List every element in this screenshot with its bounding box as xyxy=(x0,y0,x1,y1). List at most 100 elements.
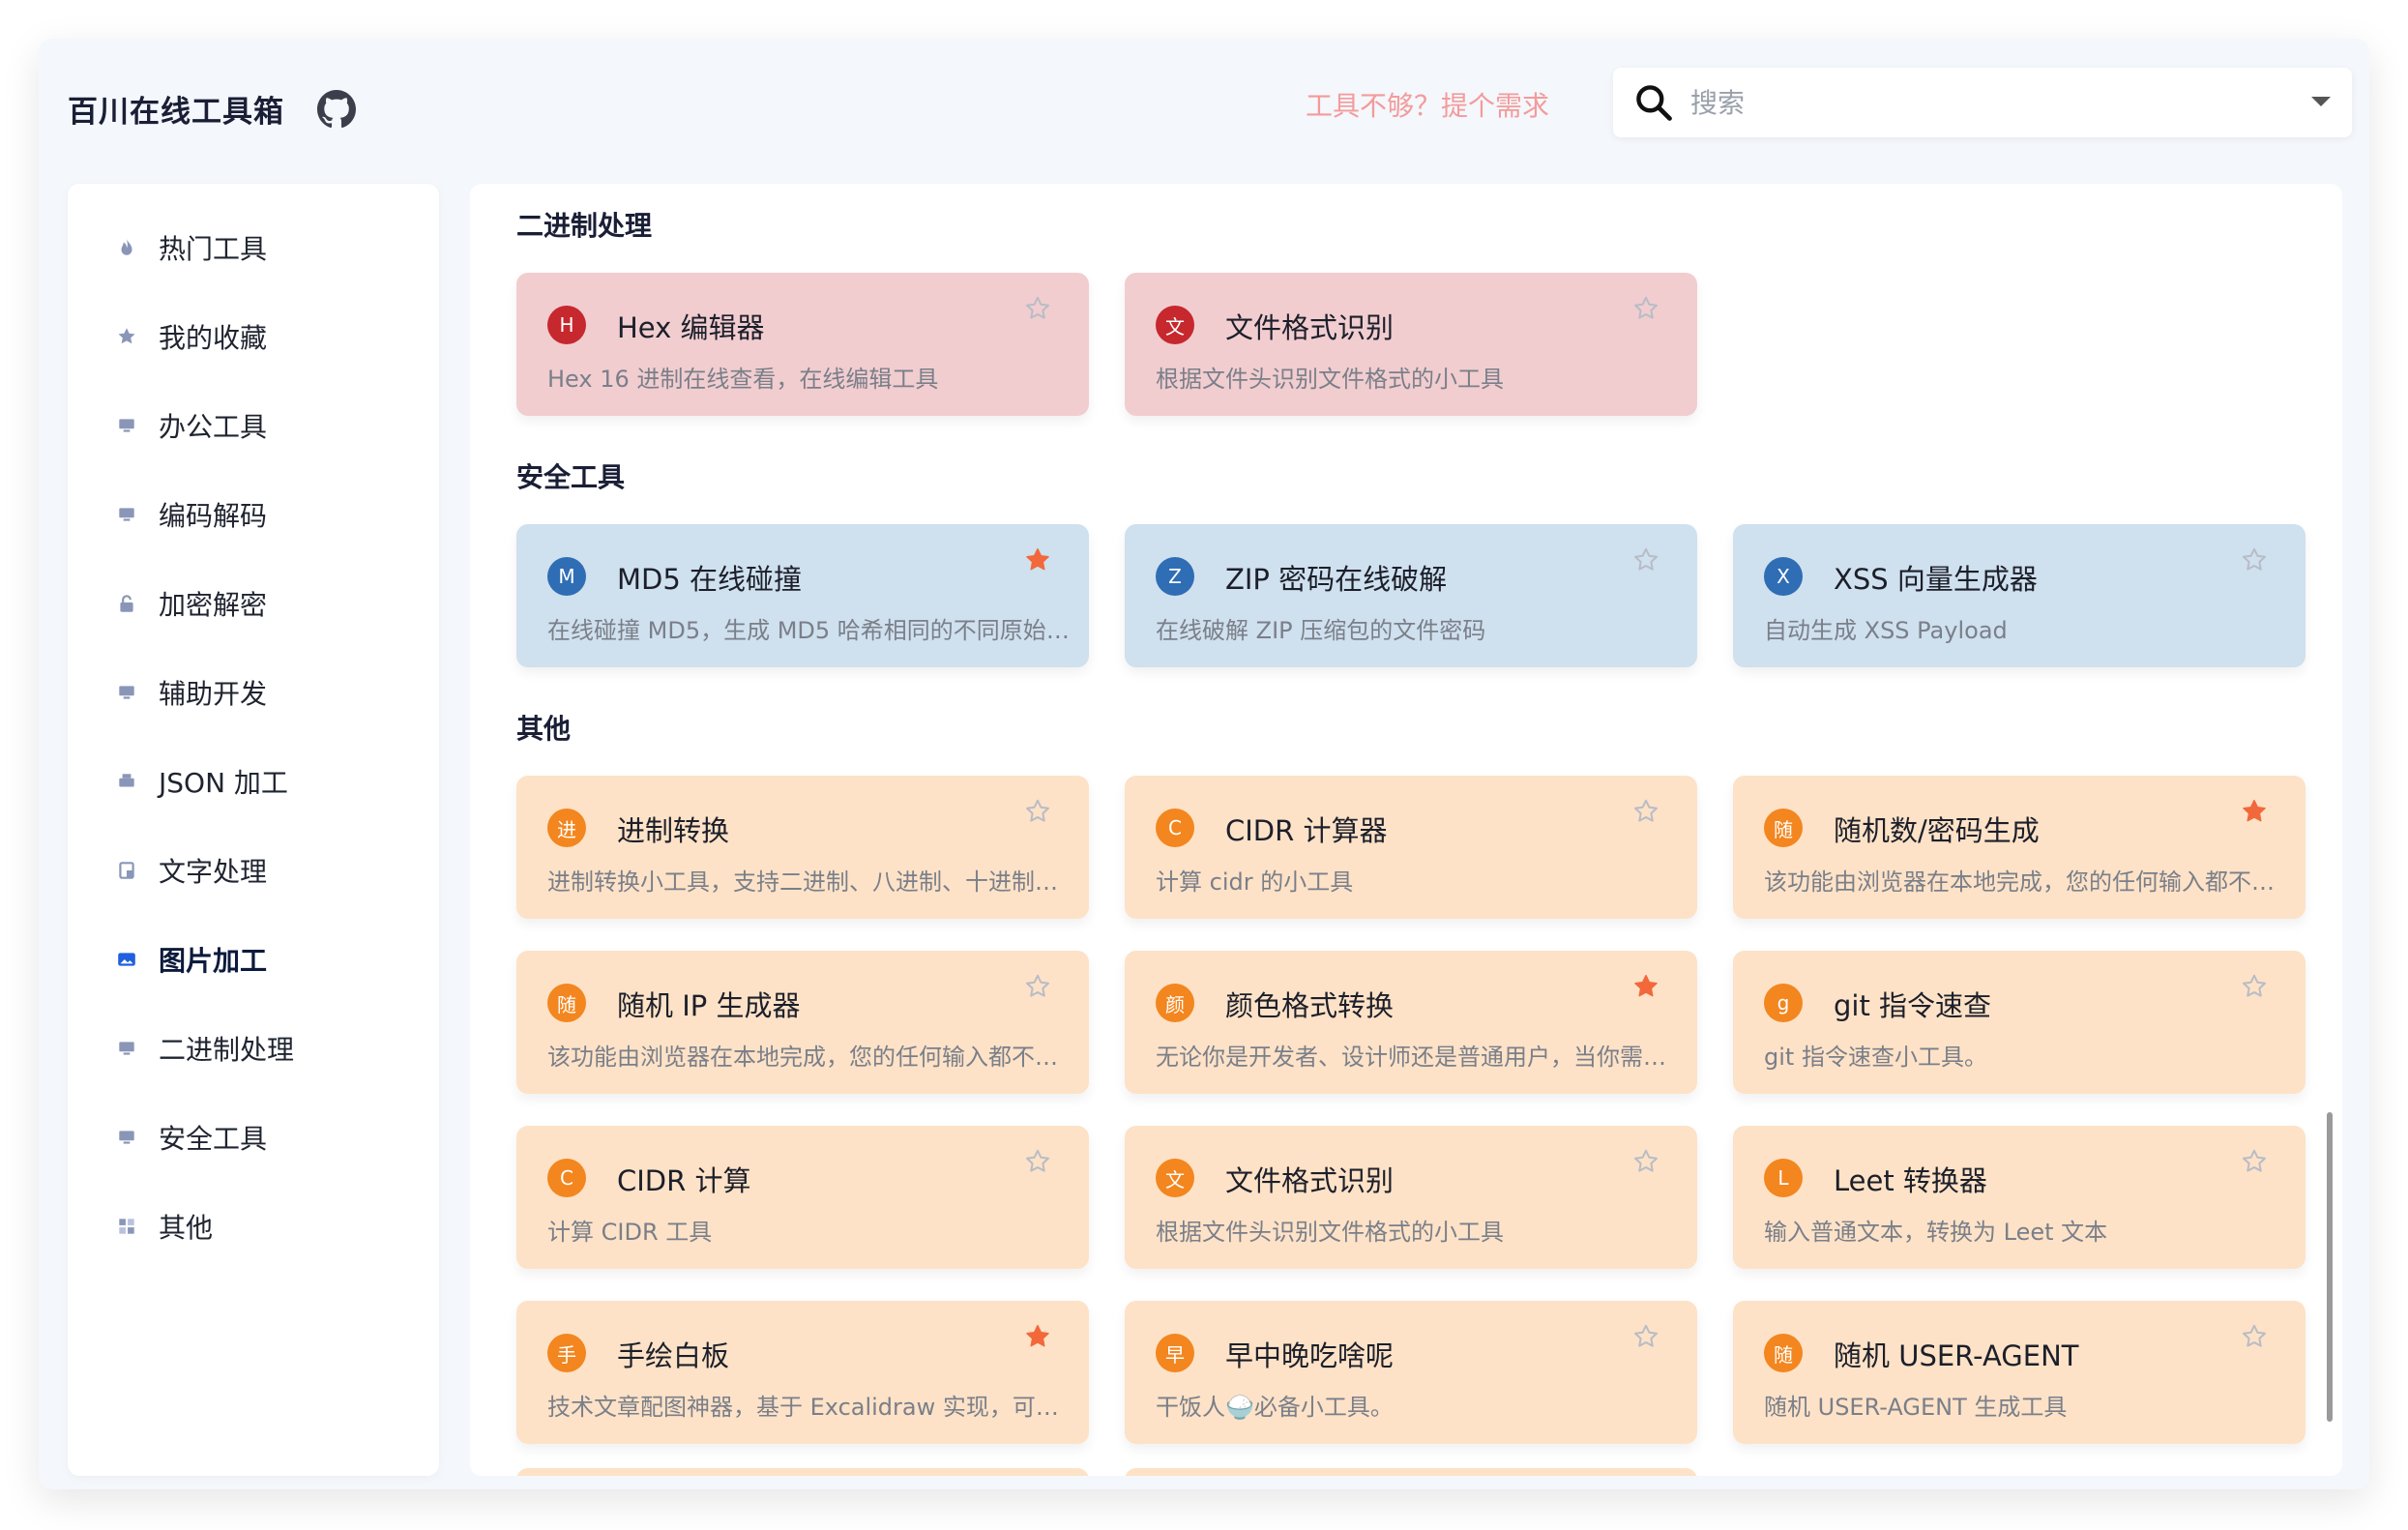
tool-card[interactable]: X XSS 向量生成器自动生成 XSS Payload xyxy=(1733,524,2305,667)
favorite-star-icon[interactable] xyxy=(1631,545,1660,574)
tool-card[interactable]: 文文件格式识别 根据文件头识别文件格式的小工具 xyxy=(1125,273,1697,416)
tool-badge: 随 xyxy=(1764,1334,1803,1372)
tool-description: 干饭人🍚必备小工具。 xyxy=(1156,1394,1394,1421)
tool-title: 早中晚吃啥呢 xyxy=(1225,1339,1395,1372)
tool-title: CIDR 计算 xyxy=(617,1164,751,1197)
favorite-star-icon[interactable] xyxy=(1023,797,1052,826)
sidebar-item-9[interactable]: 二进制处理 xyxy=(68,1004,439,1093)
favorite-star-icon[interactable] xyxy=(1631,1322,1660,1351)
tool-title: ZIP 密码在线破解 xyxy=(1225,563,1448,596)
favorite-star-icon[interactable] xyxy=(1023,294,1052,323)
tool-description: 根据文件头识别文件格式的小工具 xyxy=(1156,1219,1504,1246)
sidebar-item-6[interactable]: JSON 加工 xyxy=(68,737,439,826)
sidebar-item-0[interactable]: 热门工具 xyxy=(68,203,439,292)
sidebar-item-2[interactable]: 办公工具 xyxy=(68,381,439,470)
favorite-star-icon[interactable] xyxy=(1631,797,1660,826)
sidebar-item-4[interactable]: 加密解密 xyxy=(68,559,439,648)
tool-card[interactable]: H Hex 编辑器 Hex 16 进制在线查看，在线编辑工具 xyxy=(516,273,1089,416)
sidebar-item-5[interactable]: 辅助开发 xyxy=(68,648,439,737)
sidebar-item-label: 安全工具 xyxy=(159,1123,268,1155)
search-box[interactable] xyxy=(1613,68,2352,137)
favorite-star-icon[interactable] xyxy=(1023,1147,1052,1176)
star-icon xyxy=(116,326,137,347)
app-window: 百川在线工具箱 工具不够？提个需求 热门工具我的收藏办公工具编码解码加密解密辅助… xyxy=(39,39,2369,1489)
tool-card[interactable]: C CIDR 计算器 计算 cidr 的小工具 xyxy=(1125,776,1697,919)
tool-title: Leet 转换器 xyxy=(1834,1164,1987,1197)
sidebar: 热门工具 我的收藏办公工具编码解码 加密解密 辅助开发 JSON 加工 文字处理图片加工二… xyxy=(68,184,439,1476)
sidebar-item-7[interactable]: 文字处理 xyxy=(68,826,439,915)
sidebar-item-8[interactable]: 图片加工 xyxy=(68,915,439,1004)
monitor-icon xyxy=(116,415,137,436)
tool-description: 该功能由浏览器在本地完成，您的任何输入都不会上传 xyxy=(547,1044,1079,1071)
monitor-icon xyxy=(116,1127,137,1148)
favorite-star-filled-icon[interactable] xyxy=(1631,972,1660,1001)
tool-description: 自动生成 XSS Payload xyxy=(1764,617,2008,644)
tool-card-partial[interactable] xyxy=(516,1468,1089,1476)
tool-card[interactable]: 随随机 IP 生成器 该功能由浏览器在本地完成，您的任何输入都不会上传 xyxy=(516,951,1089,1094)
favorite-star-icon[interactable] xyxy=(2240,1147,2269,1176)
favorite-star-icon[interactable] xyxy=(1023,972,1052,1001)
sidebar-item-label: 办公工具 xyxy=(159,411,268,443)
tool-description: 在线破解 ZIP 压缩包的文件密码 xyxy=(1156,617,1486,644)
tool-badge: g xyxy=(1764,984,1803,1022)
search-input[interactable] xyxy=(1690,86,2271,119)
tool-card[interactable]: 颜颜色格式转换无论你是开发者、设计师还是普通用户，当你需要转换颜色格式时 xyxy=(1125,951,1697,1094)
header: 百川在线工具箱 工具不够？提个需求 xyxy=(39,39,2369,184)
tool-card[interactable]: Z ZIP 密码在线破解 在线破解 ZIP 压缩包的文件密码 xyxy=(1125,524,1697,667)
tool-badge: 手 xyxy=(547,1334,586,1372)
favorite-star-icon[interactable] xyxy=(2240,972,2269,1001)
section-title: 安全工具 xyxy=(516,461,626,493)
sidebar-item-11[interactable]: 其他 xyxy=(68,1182,439,1271)
tool-description: 在线碰撞 MD5，生成 MD5 哈希相同的不同原始数据 xyxy=(547,617,1079,644)
tool-description: 输入普通文本，转换为 Leet 文本 xyxy=(1764,1219,2108,1246)
tool-title: XSS 向量生成器 xyxy=(1834,563,2038,596)
monitor-icon xyxy=(116,1038,137,1059)
favorite-star-icon[interactable] xyxy=(1631,1147,1660,1176)
tool-badge: 进 xyxy=(547,809,586,847)
sidebar-item-3[interactable]: 编码解码 xyxy=(68,470,439,559)
favorite-star-icon[interactable] xyxy=(2240,1322,2269,1351)
tool-badge: 文 xyxy=(1156,306,1194,344)
sidebar-item-label: 图片加工 xyxy=(159,945,268,977)
app-title[interactable]: 百川在线工具箱 xyxy=(68,87,284,131)
sidebar-item-label: 二进制处理 xyxy=(159,1034,295,1066)
scrollbar-thumb[interactable] xyxy=(2327,1112,2333,1422)
tool-card[interactable]: 随随机 USER-AGENT 随机 USER-AGENT 生成工具 xyxy=(1733,1301,2305,1444)
tool-title: 手绘白板 xyxy=(617,1339,730,1372)
tool-card[interactable]: L Leet 转换器 输入普通文本，转换为 Leet 文本 xyxy=(1733,1126,2305,1269)
tool-card[interactable]: 早早中晚吃啥呢干饭人🍚必备小工具。 xyxy=(1125,1301,1697,1444)
tool-title: Hex 编辑器 xyxy=(617,311,765,344)
tool-description: 随机 USER-AGENT 生成工具 xyxy=(1764,1394,2068,1421)
favorite-star-filled-icon[interactable] xyxy=(1023,1322,1052,1351)
tool-description: 计算 cidr 的小工具 xyxy=(1156,868,1354,896)
favorite-star-filled-icon[interactable] xyxy=(2240,797,2269,826)
tool-card[interactable]: 文文件格式识别 根据文件头识别文件格式的小工具 xyxy=(1125,1126,1697,1269)
tool-badge: 颜 xyxy=(1156,984,1194,1022)
tool-description: 无论你是开发者、设计师还是普通用户，当你需要转换颜色格式时 xyxy=(1156,1044,1688,1071)
search-icon xyxy=(1632,81,1675,124)
tool-card[interactable]: 随随机数/密码生成 该功能由浏览器在本地完成，您的任何输入都不会上传 xyxy=(1733,776,2305,919)
tool-description: Hex 16 进制在线查看，在线编辑工具 xyxy=(547,366,939,393)
tool-card[interactable]: C CIDR 计算 计算 CIDR 工具 xyxy=(516,1126,1089,1269)
sidebar-item-10[interactable]: 安全工具 xyxy=(68,1093,439,1182)
request-feature-link[interactable]: 工具不够？提个需求 xyxy=(1306,85,1549,124)
tool-card-partial[interactable] xyxy=(1125,1468,1697,1476)
dropdown-caret-icon[interactable] xyxy=(2311,97,2331,106)
github-icon[interactable] xyxy=(317,89,356,129)
monitor-icon xyxy=(116,682,137,703)
brand: 百川在线工具箱 xyxy=(68,87,356,131)
favorite-star-icon[interactable] xyxy=(1631,294,1660,323)
favorite-star-icon[interactable] xyxy=(2240,545,2269,574)
favorite-star-filled-icon[interactable] xyxy=(1023,545,1052,574)
tool-card[interactable]: 手手绘白板技术文章配图神器，基于 Excalidraw 实现，可以手绘风格作图 xyxy=(516,1301,1089,1444)
image-icon xyxy=(116,949,137,970)
tool-description: 计算 CIDR 工具 xyxy=(547,1219,713,1246)
tool-card[interactable]: g git 指令速查 git 指令速查小工具。 xyxy=(1733,951,2305,1094)
tool-badge: 早 xyxy=(1156,1334,1194,1372)
document-icon xyxy=(116,860,137,881)
tool-badge: X xyxy=(1764,557,1803,596)
tool-list-panel[interactable]: 二进制处理 H Hex 编辑器 Hex 16 进制在线查看，在线编辑工具文文件格式识别… xyxy=(470,184,2342,1476)
tool-card[interactable]: M MD5 在线碰撞 在线碰撞 MD5，生成 MD5 哈希相同的不同原始数据 xyxy=(516,524,1089,667)
sidebar-item-1[interactable]: 我的收藏 xyxy=(68,292,439,381)
tool-card[interactable]: 进进制转换进制转换小工具，支持二进制、八进制、十进制、十六进制 xyxy=(516,776,1089,919)
